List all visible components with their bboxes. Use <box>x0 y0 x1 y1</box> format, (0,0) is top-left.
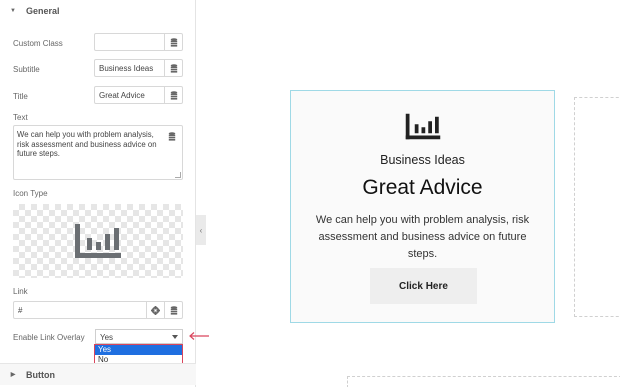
bar-chart-icon <box>75 224 121 258</box>
chevron-down-icon <box>172 335 178 339</box>
custom-class-label: Custom Class <box>13 39 63 48</box>
bar-chart-icon <box>405 113 441 140</box>
dynamic-tags-icon[interactable] <box>164 87 182 103</box>
caret-down-icon: ▼ <box>10 8 16 14</box>
text-textarea[interactable]: We can help you with problem analysis, r… <box>13 125 183 180</box>
card-text: We can help you with problem analysis, r… <box>315 214 530 260</box>
card-title: Great Advice <box>362 176 483 199</box>
subtitle-field[interactable]: Business Ideas <box>94 59 183 77</box>
text-label: Text <box>13 113 28 122</box>
placeholder-column <box>574 97 620 317</box>
card-subtitle: Business Ideas <box>380 153 465 167</box>
section-general-header[interactable]: ▼ General <box>0 0 196 22</box>
dynamic-tags-icon[interactable] <box>164 60 182 76</box>
option-yes[interactable]: Yes <box>95 345 182 355</box>
link-field[interactable]: # <box>13 301 183 319</box>
info-box-card[interactable]: Business Ideas Great Advice We can help … <box>290 90 555 323</box>
subtitle-label: Subtitle <box>13 65 40 74</box>
custom-class-input[interactable] <box>95 34 164 50</box>
text-value[interactable]: We can help you with problem analysis, r… <box>17 130 157 159</box>
caret-right-icon: ▶ <box>10 372 16 378</box>
enable-link-overlay-select[interactable]: Yes <box>95 329 183 344</box>
subtitle-input[interactable]: Business Ideas <box>95 60 164 76</box>
icon-type-label: Icon Type <box>13 189 48 198</box>
enable-link-overlay-label: Enable Link Overlay <box>13 333 85 342</box>
link-options-icon[interactable] <box>146 302 164 318</box>
placeholder-section <box>347 376 620 387</box>
custom-class-field[interactable] <box>94 33 183 51</box>
title-label: Title <box>13 92 28 101</box>
dynamic-tags-icon[interactable] <box>165 129 179 143</box>
chevron-left-icon: ‹ <box>199 225 203 235</box>
annotation-arrow-icon <box>189 332 209 340</box>
settings-panel: ▼ General Custom Class Subtitle Business… <box>0 0 196 387</box>
dynamic-tags-icon[interactable] <box>164 302 182 318</box>
link-input[interactable]: # <box>14 302 146 318</box>
title-field[interactable]: Great Advice <box>94 86 183 104</box>
select-value: Yes <box>100 333 114 342</box>
section-button-label: Button <box>26 369 55 380</box>
section-general-label: General <box>26 6 60 16</box>
click-here-button[interactable]: Click Here <box>370 268 477 304</box>
title-input[interactable]: Great Advice <box>95 87 164 103</box>
collapse-panel-button[interactable]: ‹ <box>196 215 206 245</box>
section-button-header[interactable]: ▶ Button <box>0 363 196 385</box>
link-label: Link <box>13 287 28 296</box>
icon-picker[interactable] <box>13 204 183 278</box>
dynamic-tags-icon[interactable] <box>164 34 182 50</box>
resize-grip[interactable] <box>175 172 181 178</box>
